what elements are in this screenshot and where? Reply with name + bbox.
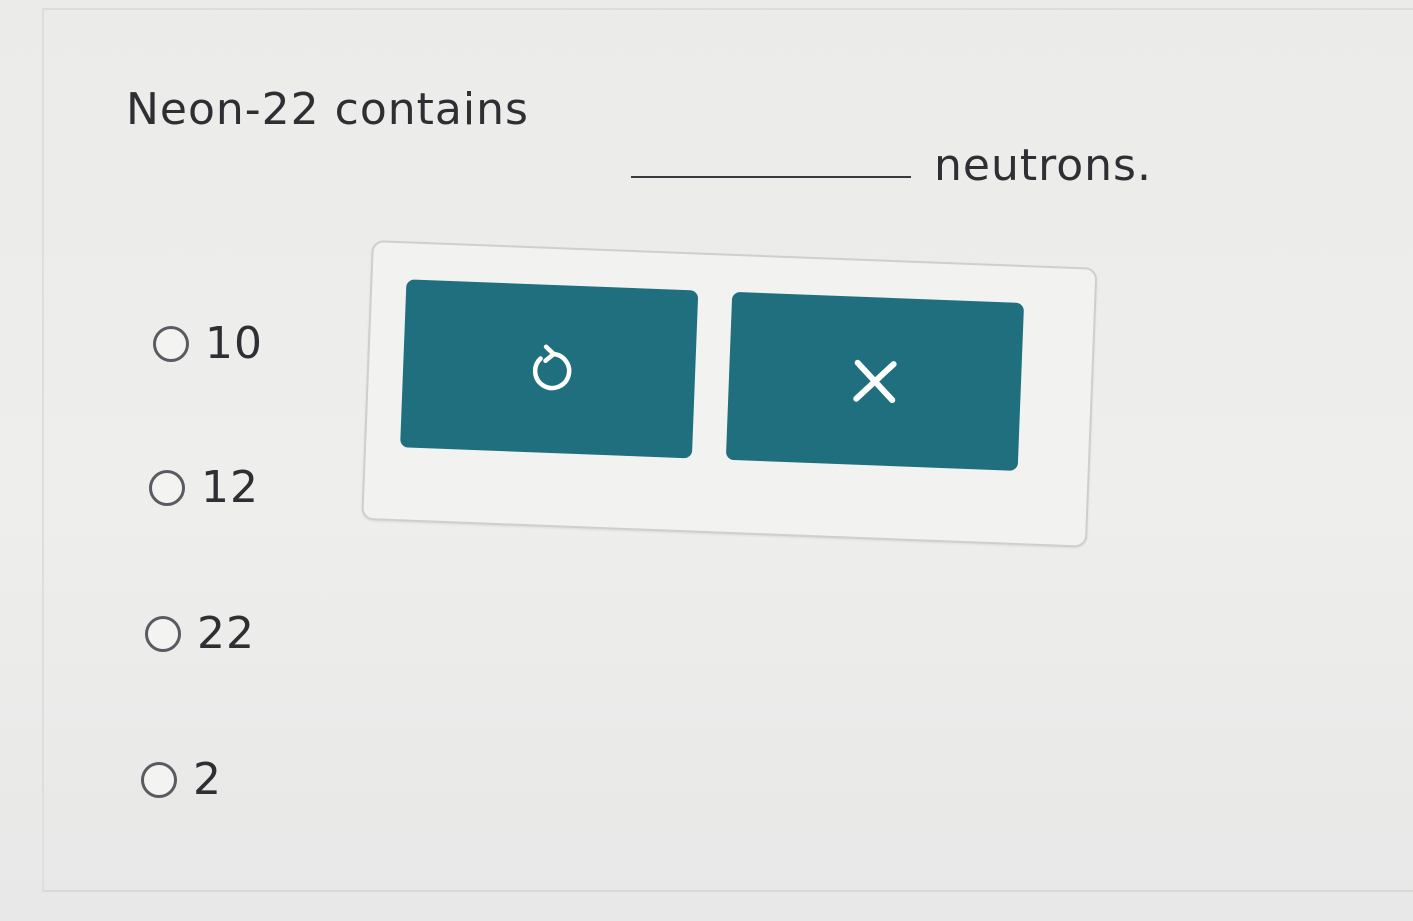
prompt-text-before: Neon-22 contains	[126, 84, 529, 135]
choice-label: 22	[197, 608, 255, 659]
choice-option-4[interactable]: 2	[141, 754, 222, 805]
clear-button[interactable]	[725, 291, 1025, 471]
choice-label: 2	[193, 754, 222, 805]
choice-option-3[interactable]: 22	[145, 608, 255, 659]
choice-label: 10	[205, 318, 263, 369]
prompt-text-after: neutrons.	[934, 140, 1152, 191]
undo-icon	[522, 342, 576, 396]
reset-button[interactable]	[400, 279, 699, 459]
answer-blank[interactable]	[631, 176, 911, 178]
choice-option-2[interactable]: 12	[149, 462, 259, 513]
radio-button[interactable]	[153, 325, 189, 362]
answer-toolbox	[361, 240, 1098, 548]
choice-label: 12	[201, 462, 259, 513]
choice-option-1[interactable]: 10	[153, 318, 263, 369]
close-icon	[848, 354, 902, 408]
radio-button[interactable]	[141, 761, 177, 798]
radio-button[interactable]	[149, 469, 185, 506]
radio-button[interactable]	[145, 615, 181, 652]
